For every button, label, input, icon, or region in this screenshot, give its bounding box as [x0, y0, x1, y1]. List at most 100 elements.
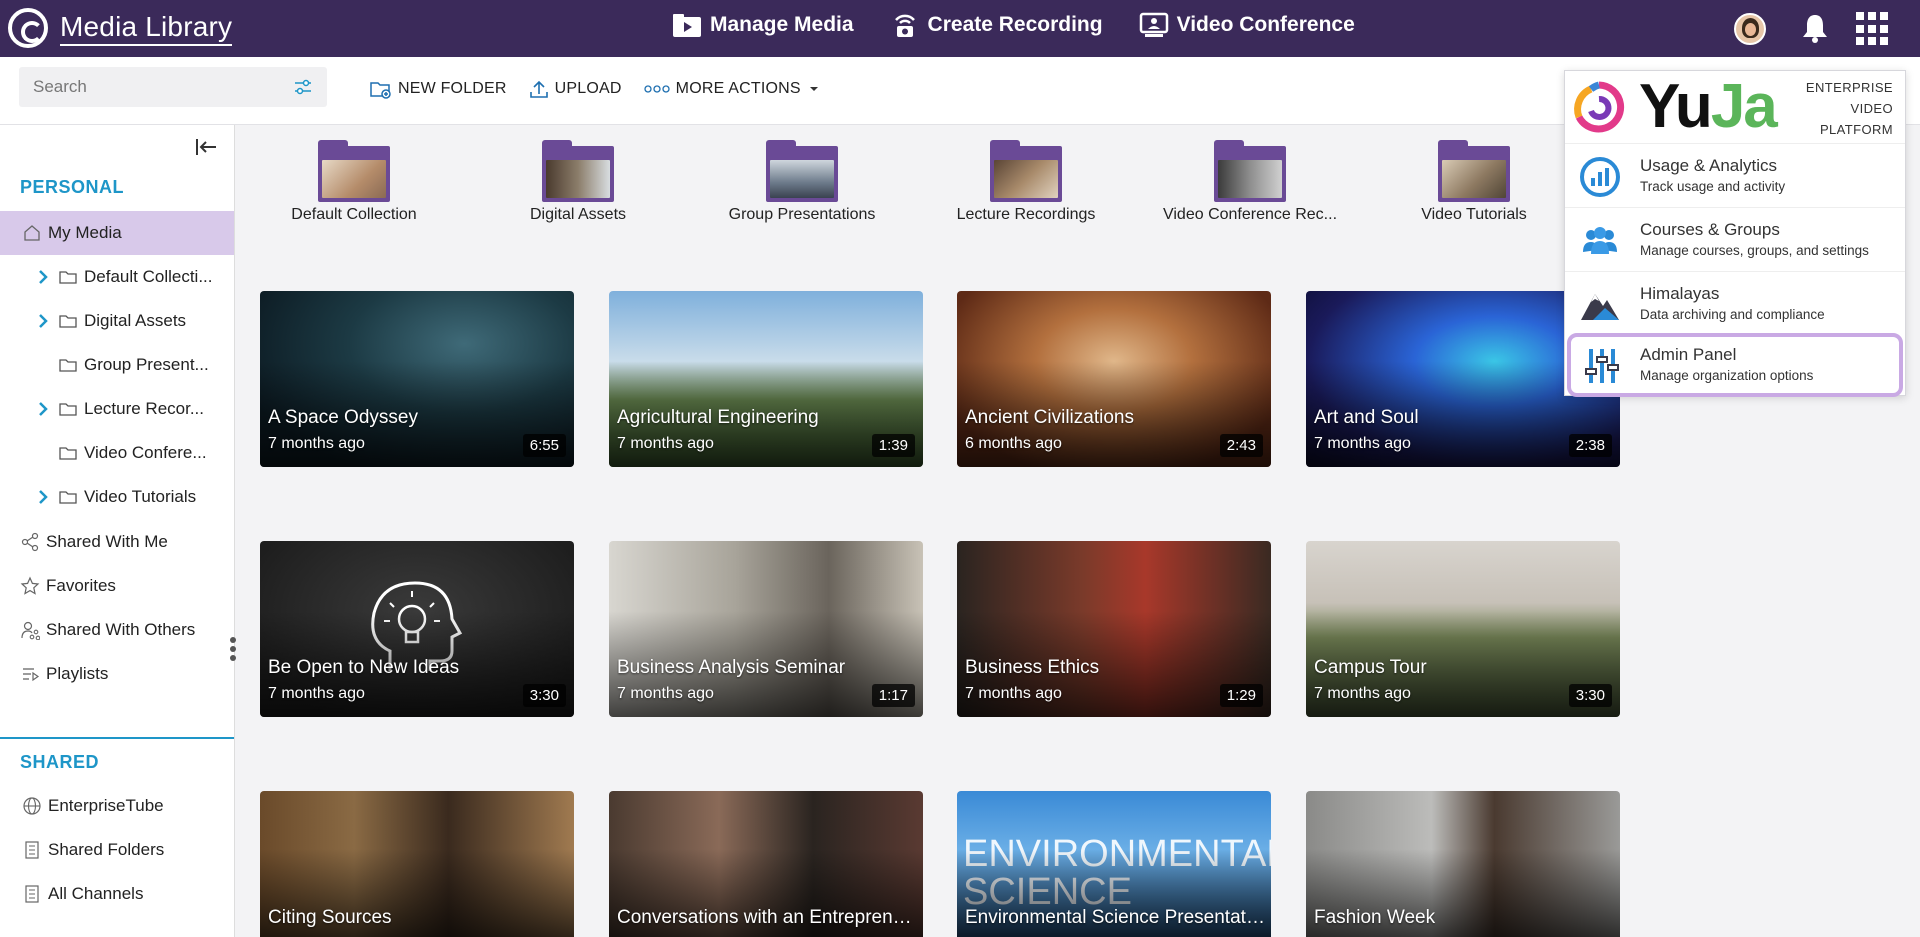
collapse-sidebar-icon[interactable]: [194, 137, 218, 157]
folder-icon: [59, 271, 77, 284]
user-avatar[interactable]: [1734, 13, 1766, 45]
panel-item-title: Admin Panel: [1640, 345, 1737, 364]
broadcast-icon: [894, 14, 915, 37]
nav-video-conference[interactable]: Video Conference: [1139, 12, 1355, 38]
section-divider: [0, 737, 234, 739]
sidebar-item-label: Favorites: [46, 576, 116, 595]
users-group-icon: [1583, 227, 1617, 254]
sidebar-item-shared-folders[interactable]: Shared Folders: [0, 828, 234, 872]
folder-icon: [59, 447, 77, 460]
video-card[interactable]: ENVIRONMENTAL SCIENCE Environmental Scie…: [957, 791, 1271, 937]
panel-item-title: Courses & Groups: [1640, 220, 1780, 239]
new-folder-button[interactable]: NEW FOLDER: [370, 79, 507, 99]
sidebar-item-digital-assets[interactable]: Digital Assets: [0, 299, 234, 343]
sidebar-item-group-presentations[interactable]: Group Present...: [0, 343, 234, 387]
panel-item-title: Himalayas: [1640, 284, 1720, 303]
chevron-right-icon[interactable]: [36, 268, 50, 286]
video-card[interactable]: Citing Sources: [260, 791, 574, 937]
folder-group-presentations[interactable]: Group Presentations: [697, 140, 907, 224]
sidebar-item-lecture-recordings[interactable]: Lecture Recor...: [0, 387, 234, 431]
panel-item-subtitle: Manage courses, groups, and settings: [1640, 243, 1869, 258]
folder-digital-assets[interactable]: Digital Assets: [473, 140, 683, 224]
video-age: 7 months ago: [965, 685, 1062, 702]
shared-section-label: SHARED: [20, 752, 100, 772]
sidebar-item-shared-with-me[interactable]: Shared With Me: [0, 520, 234, 564]
main-nav: Manage Media Create Recording Video Conf…: [672, 12, 1355, 38]
resize-handle[interactable]: [230, 637, 236, 664]
monitor-user-icon: [1139, 12, 1168, 37]
more-actions-button[interactable]: MORE ACTIONS: [644, 79, 821, 99]
video-title: Art and Soul: [1314, 407, 1419, 428]
sidebar-item-label: Default Collecti...: [84, 267, 213, 286]
panel-item-title: Usage & Analytics: [1640, 156, 1778, 175]
video-duration: 1:39: [871, 434, 915, 457]
panel-item-courses-groups[interactable]: Courses & Groups Manage courses, groups,…: [1565, 207, 1905, 271]
nav-create-recording[interactable]: Create Recording: [890, 12, 1103, 38]
sidebar-item-video-conference[interactable]: Video Confere...: [0, 431, 234, 475]
folder-label: Lecture Recordings: [956, 206, 1096, 223]
sidebar-item-favorites[interactable]: Favorites: [0, 564, 234, 608]
upload-label: UPLOAD: [554, 80, 622, 97]
upload-button[interactable]: UPLOAD: [529, 79, 622, 99]
sidebar-item-video-tutorials[interactable]: Video Tutorials: [0, 475, 234, 519]
sidebar-item-enterprisetube[interactable]: EnterpriseTube: [0, 784, 234, 828]
star-icon: [20, 576, 40, 595]
personal-section-label: PERSONAL: [20, 177, 125, 197]
folder-icon: [766, 140, 838, 202]
chevron-right-icon[interactable]: [36, 312, 50, 330]
folder-video-conference[interactable]: Video Conference Rec...: [1145, 140, 1355, 224]
search-input[interactable]: [33, 77, 293, 97]
yuja-swirl-logo-icon: [1574, 81, 1625, 133]
folder-video-tutorials[interactable]: Video Tutorials: [1369, 140, 1579, 224]
folder-label: Group Presentations: [728, 206, 876, 223]
sidebar-item-label: Shared With Me: [46, 532, 168, 551]
folder-label: Video Tutorials: [1421, 206, 1527, 223]
chevron-right-icon[interactable]: [36, 400, 50, 418]
sidebar-item-default-collection[interactable]: Default Collecti...: [0, 255, 234, 299]
filter-sliders-icon[interactable]: [293, 79, 313, 95]
sidebar-item-shared-with-others[interactable]: Shared With Others: [0, 608, 234, 652]
video-card[interactable]: Fashion Week: [1306, 791, 1620, 937]
video-age: 7 months ago: [617, 435, 714, 452]
nav-manage-media[interactable]: Manage Media: [672, 12, 854, 38]
sidebar-item-my-media[interactable]: My Media: [0, 211, 234, 255]
building-icon: [25, 885, 39, 903]
folder-default-collection[interactable]: Default Collection: [249, 140, 459, 224]
video-card[interactable]: Be Open to New Ideas 7 months ago 3:30: [260, 541, 574, 717]
sidebar-item-label: Shared Folders: [48, 840, 165, 859]
panel-item-admin-panel[interactable]: Admin Panel Manage organization options: [1567, 333, 1903, 397]
chevron-right-icon[interactable]: [36, 488, 50, 506]
video-card[interactable]: Business Ethics 7 months ago 1:29: [957, 541, 1271, 717]
playlist-icon: [23, 668, 40, 682]
app-grid-icon[interactable]: [1856, 12, 1890, 46]
folder-icon: [59, 403, 77, 416]
search-box[interactable]: [19, 67, 327, 107]
sidebar-item-label: Lecture Recor...: [84, 399, 205, 418]
more-actions-label: MORE ACTIONS: [675, 80, 801, 97]
video-card[interactable]: Business Analysis Seminar 7 months ago 1…: [609, 541, 923, 717]
video-title: Campus Tour: [1314, 657, 1427, 678]
video-card[interactable]: Conversations with an Entrepreneur: [609, 791, 923, 937]
video-card[interactable]: Ancient Civilizations 6 months ago 2:43: [957, 291, 1271, 467]
video-title: Citing Sources: [268, 907, 392, 928]
folder-icon: [542, 140, 614, 202]
panel-item-usage-analytics[interactable]: Usage & Analytics Track usage and activi…: [1565, 143, 1905, 207]
video-title: Ancient Civilizations: [965, 407, 1134, 428]
yuja-logo-icon: [8, 8, 48, 48]
folder-label: Digital Assets: [529, 206, 627, 223]
app-title: Media Library: [60, 11, 233, 46]
folder-lecture-recordings[interactable]: Lecture Recordings: [921, 140, 1131, 224]
video-card[interactable]: Campus Tour 7 months ago 3:30: [1306, 541, 1620, 717]
nav-label: Video Conference: [1176, 13, 1355, 36]
nav-label: Manage Media: [710, 13, 854, 36]
video-age: 7 months ago: [1314, 435, 1411, 452]
bell-icon[interactable]: [1800, 12, 1830, 44]
sidebar-item-all-channels[interactable]: All Channels: [0, 872, 234, 916]
video-card[interactable]: A Space Odyssey 7 months ago 6:55: [260, 291, 574, 467]
mountain-icon: [1581, 294, 1619, 320]
brand[interactable]: Media Library: [8, 8, 233, 48]
video-card[interactable]: Agricultural Engineering 7 months ago 1:…: [609, 291, 923, 467]
sidebar-item-playlists[interactable]: Playlists: [0, 652, 234, 696]
panel-item-himalayas[interactable]: Himalayas Data archiving and compliance: [1565, 271, 1905, 335]
folder-icon: [990, 140, 1062, 202]
